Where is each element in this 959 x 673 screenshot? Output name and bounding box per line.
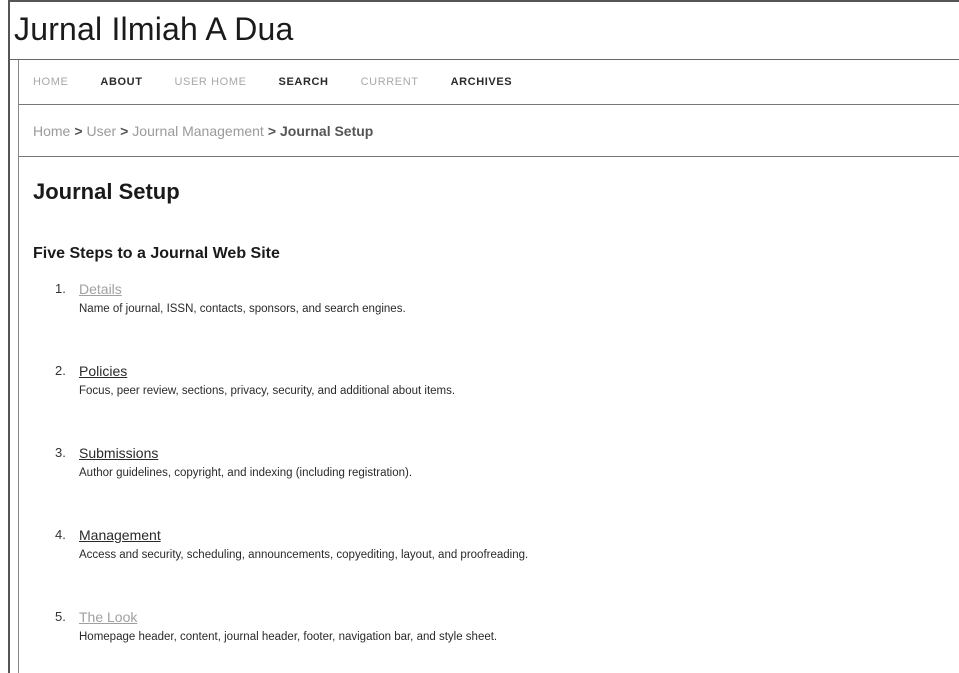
list-item: 1. Details Name of journal, ISSN, contac… [55, 279, 959, 361]
step-link-policies[interactable]: Policies [79, 361, 455, 381]
nav-current[interactable]: CURRENT [361, 76, 419, 88]
breadcrumb-user[interactable]: User [87, 123, 117, 139]
nav-user-home[interactable]: USER HOME [175, 76, 247, 88]
main-content: Journal Setup Five Steps to a Journal We… [18, 157, 959, 673]
nav-home[interactable]: HOME [33, 76, 68, 88]
page-title: Journal Setup [33, 179, 180, 204]
site-title: Jurnal Ilmiah A Dua [10, 2, 959, 60]
setup-steps-list: 1. Details Name of journal, ISSN, contac… [33, 279, 959, 673]
list-item: 4. Management Access and security, sched… [55, 525, 959, 607]
step-link-details[interactable]: Details [79, 279, 406, 299]
page-frame: Jurnal Ilmiah A Dua HOME ABOUT USER HOME… [8, 0, 959, 673]
step-description: Name of journal, ISSN, contacts, sponsor… [79, 303, 406, 315]
step-number: 5. [55, 609, 66, 624]
step-description: Access and security, scheduling, announc… [79, 549, 529, 561]
nav-about[interactable]: ABOUT [100, 76, 142, 88]
list-item: 5. The Look Homepage header, content, jo… [55, 607, 959, 673]
section-heading: Five Steps to a Journal Web Site [33, 245, 280, 262]
step-link-submissions[interactable]: Submissions [79, 443, 412, 463]
breadcrumb-current: Journal Setup [280, 122, 374, 139]
step-number: 4. [55, 527, 66, 542]
list-item: 2. Policies Focus, peer review, sections… [55, 361, 959, 443]
step-description: Focus, peer review, sections, privacy, s… [79, 385, 456, 397]
step-link-the-look[interactable]: The Look [79, 607, 497, 627]
list-item: 3. Submissions Author guidelines, copyri… [55, 443, 959, 525]
step-link-management[interactable]: Management [79, 525, 528, 545]
step-number: 3. [55, 445, 66, 460]
step-number: 2. [55, 363, 66, 378]
breadcrumb-journal-management[interactable]: Journal Management [132, 123, 264, 139]
step-description: Author guidelines, copyright, and indexi… [79, 467, 413, 479]
breadcrumb-separator: > [120, 122, 129, 139]
step-number: 1. [55, 281, 66, 296]
breadcrumb: Home > User > Journal Management > Journ… [18, 105, 959, 157]
step-description: Homepage header, content, journal header… [79, 631, 498, 643]
breadcrumb-separator: > [74, 122, 83, 139]
breadcrumb-home[interactable]: Home [33, 123, 70, 139]
nav-archives[interactable]: ARCHIVES [451, 76, 513, 88]
nav-search[interactable]: SEARCH [279, 76, 329, 88]
breadcrumb-separator: > [267, 122, 277, 139]
top-navigation: HOME ABOUT USER HOME SEARCH CURRENT ARCH… [18, 60, 959, 105]
